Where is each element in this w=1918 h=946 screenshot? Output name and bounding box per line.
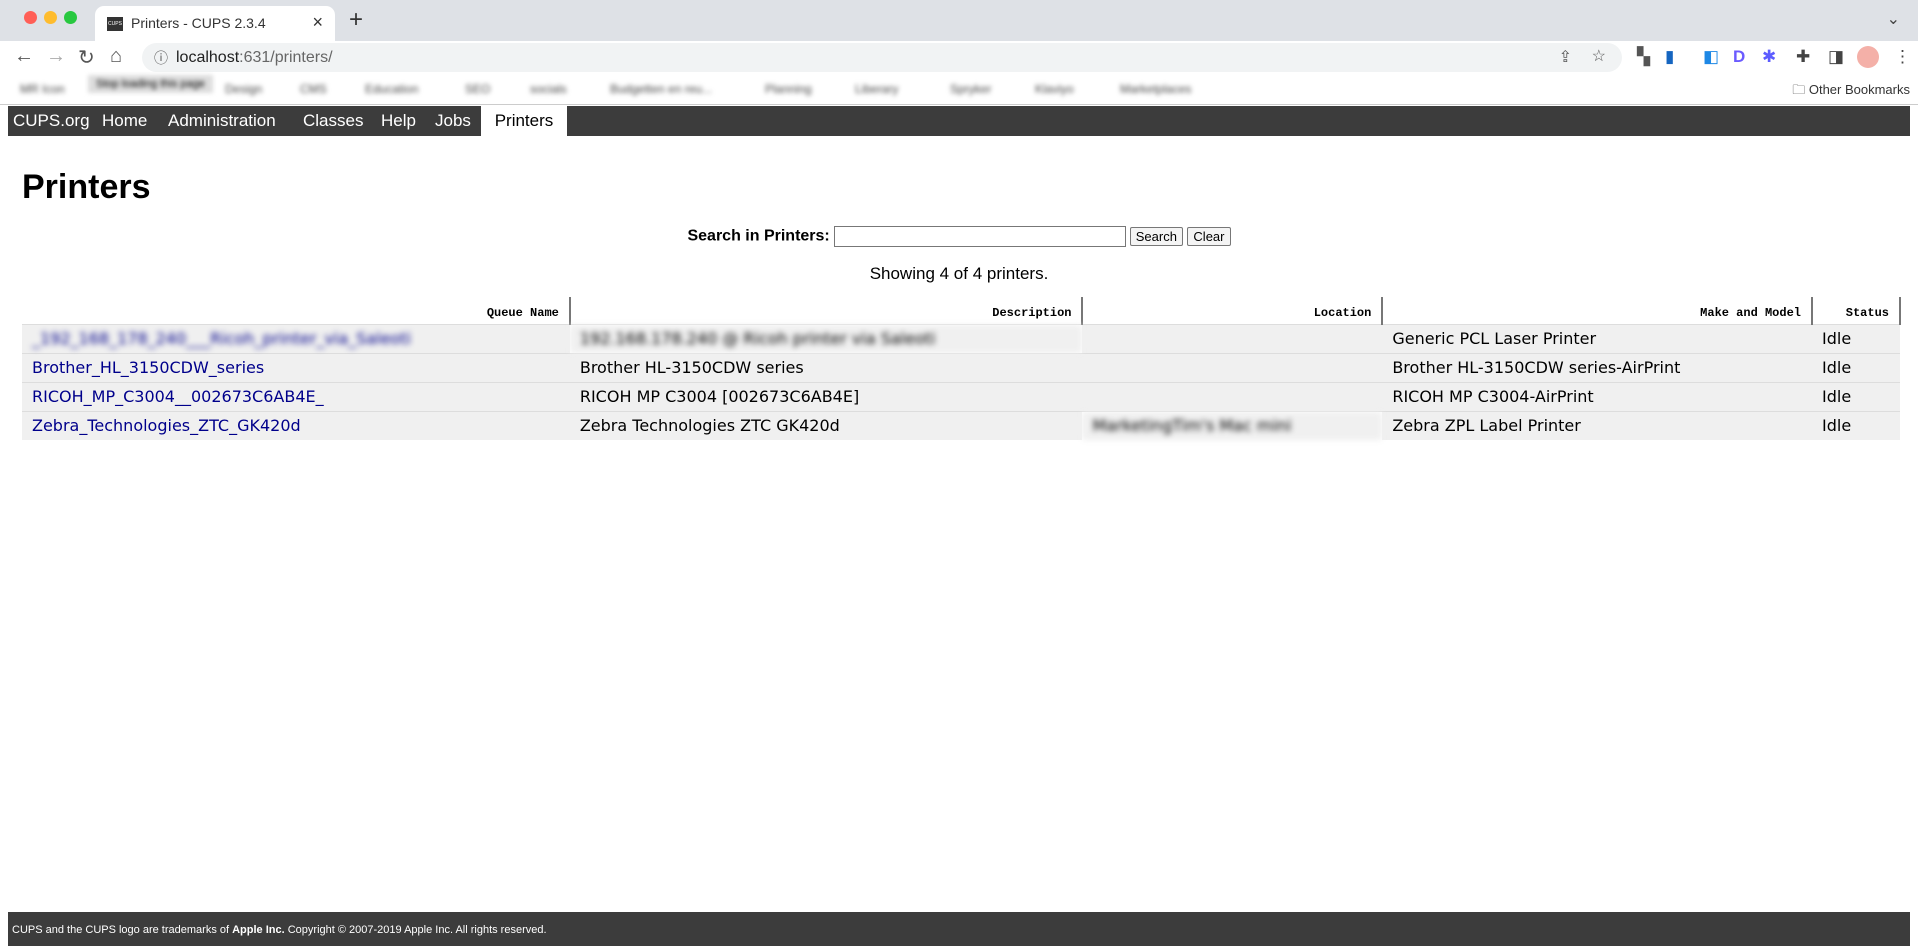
bookmark-item[interactable]: Budgetten en reu... (610, 82, 712, 96)
close-tab-icon[interactable]: × (312, 12, 323, 33)
other-bookmarks-label: Other Bookmarks (1808, 82, 1910, 97)
footer-brand: Apple Inc. (232, 924, 285, 936)
browser-tab-bar: CUPS Printers - CUPS 2.3.4 × + ⌄ (0, 0, 1918, 41)
home-icon[interactable]: ⌂ (110, 45, 122, 68)
new-tab-button[interactable]: + (349, 6, 363, 34)
bookmark-star-icon[interactable]: ☆ (1592, 46, 1606, 66)
status-cell: Idle (1812, 352, 1900, 382)
footer: CUPS and the CUPS logo are trademarks of… (8, 912, 1910, 946)
model-cell: Brother HL-3150CDW series-AirPrint (1382, 352, 1812, 382)
asterisk-extension-icon[interactable]: ✱ (1762, 47, 1776, 67)
browser-tab[interactable]: CUPS Printers - CUPS 2.3.4 × (95, 6, 335, 41)
bookmark-item[interactable]: Spryker (950, 82, 991, 96)
puzzle-extensions-icon[interactable]: ✚ (1796, 47, 1810, 67)
bookmark-item[interactable]: Education (365, 82, 418, 96)
queue-link[interactable]: _192_168_178_240___Ricoh_printer_via_Sal… (32, 329, 411, 348)
header-queue-name[interactable]: Queue Name (22, 297, 571, 324)
bookmarks-bar: MR Icon Design CMS Education SEO socials… (0, 74, 1918, 105)
close-window-button[interactable] (24, 11, 37, 24)
queue-link[interactable]: Brother_HL_3150CDW_series (32, 358, 264, 377)
analytics-extension-icon[interactable]: ▮ (1665, 47, 1674, 67)
model-cell: RICOH MP C3004-AirPrint (1382, 381, 1812, 411)
folder-icon: 🗀 (1792, 82, 1809, 97)
minimize-window-button[interactable] (44, 11, 57, 24)
nav-help[interactable]: Help (376, 106, 421, 136)
nav-home[interactable]: Home (97, 106, 152, 136)
table-row: _192_168_178_240___Ricoh_printer_via_Sal… (22, 323, 1900, 353)
search-button[interactable]: Search (1129, 227, 1183, 246)
clear-button[interactable]: Clear (1187, 227, 1231, 246)
menu-kebab-icon[interactable]: ⋮ (1894, 47, 1911, 67)
profile-avatar[interactable] (1857, 46, 1879, 68)
bookmark-item[interactable]: Design (225, 82, 262, 96)
header-status[interactable]: Status (1812, 297, 1901, 324)
search-label: Search in Printers: (687, 227, 830, 245)
tab-title: Printers - CUPS 2.3.4 (131, 15, 266, 31)
nav-classes[interactable]: Classes (298, 106, 368, 136)
nav-cups-org[interactable]: CUPS.org (8, 106, 95, 136)
table-row: Zebra_Technologies_ZTC_GK420d Zebra Tech… (22, 410, 1900, 440)
bookmark-item[interactable]: Planning (765, 82, 812, 96)
status-cell: Idle (1812, 323, 1900, 353)
status-cell: Idle (1812, 410, 1900, 440)
table-header-row: Queue Name Description Location Make and… (22, 297, 1901, 324)
tooltip: Stop loading this page (88, 75, 213, 93)
table-row: Brother_HL_3150CDW_series Brother HL-315… (22, 352, 1900, 382)
d-extension-icon[interactable]: D (1733, 47, 1745, 67)
share-icon[interactable]: ⇪ (1559, 47, 1572, 67)
side-panel-icon[interactable]: ◨ (1828, 47, 1844, 67)
description-cell: Zebra Technologies ZTC GK420d (569, 410, 1083, 440)
tag-extension-icon[interactable]: ◧ (1703, 47, 1719, 67)
queue-link[interactable]: RICOH_MP_C3004__002673C6AB4E_ (32, 387, 324, 406)
bookmark-item[interactable]: MR Icon (20, 82, 65, 96)
result-count: Showing 4 of 4 printers. (869, 264, 1049, 283)
bookmark-item[interactable]: socials (530, 82, 567, 96)
back-icon[interactable]: ← (14, 45, 34, 68)
info-icon[interactable]: ⓘ (154, 48, 168, 68)
description-cell: Brother HL-3150CDW series (569, 352, 1083, 382)
url-host: localhost (176, 49, 240, 66)
description-cell: RICOH MP C3004 [002673C6AB4E] (569, 381, 1083, 411)
bookmark-item[interactable]: CMS (300, 82, 327, 96)
queue-link[interactable]: Zebra_Technologies_ZTC_GK420d (32, 416, 301, 435)
search-input[interactable] (833, 226, 1126, 247)
location-cell (1082, 323, 1383, 353)
other-bookmarks[interactable]: 🗀 Other Bookmarks (1792, 81, 1910, 103)
header-location[interactable]: Location (1082, 297, 1384, 324)
location-cell: MarketingTim's Mac mini (1082, 410, 1383, 440)
description-cell: 192.168.178.240 @ Ricoh printer via Sale… (569, 323, 1083, 353)
bookmark-item[interactable]: Marketplaces (1120, 82, 1191, 96)
status-cell: Idle (1812, 381, 1900, 411)
address-bar-row: ← → ↻ ⌂ ⓘ localhost:631/printers/ ⇪ ☆ ▚ … (0, 41, 1918, 74)
extension-icon[interactable]: ▚ (1637, 47, 1650, 67)
model-cell: Generic PCL Laser Printer (1382, 323, 1812, 353)
search-form: Search in Printers: Search Clear (0, 226, 1918, 247)
location-cell (1082, 381, 1383, 411)
maximize-window-button[interactable] (64, 11, 77, 24)
reload-icon[interactable]: ↻ (78, 45, 95, 70)
forward-icon[interactable]: → (46, 45, 66, 68)
nav-administration[interactable]: Administration (163, 106, 281, 136)
table-row: RICOH_MP_C3004__002673C6AB4E_ RICOH MP C… (22, 381, 1900, 411)
footer-copyright: Copyright © 2007-2019 Apple Inc. All rig… (284, 924, 547, 936)
bookmark-item[interactable]: Klaviyo (1035, 82, 1074, 96)
header-make-model[interactable]: Make and Model (1382, 297, 1813, 324)
bookmark-item[interactable]: SEO (465, 82, 490, 96)
nav-jobs[interactable]: Jobs (430, 106, 476, 136)
footer-text: CUPS and the CUPS logo are trademarks of (12, 924, 233, 936)
location-cell (1082, 352, 1383, 382)
printers-table: Queue Name Description Location Make and… (22, 297, 1901, 440)
page-title: Printers (22, 168, 151, 206)
url-input[interactable]: ⓘ localhost:631/printers/ ⇪ ☆ (142, 43, 1622, 72)
cups-favicon-icon: CUPS (107, 17, 123, 31)
nav-printers[interactable]: Printers (481, 106, 567, 136)
tab-search-chevron-icon[interactable]: ⌄ (1887, 9, 1900, 29)
bookmark-item[interactable]: Liberary (855, 82, 898, 96)
model-cell: Zebra ZPL Label Printer (1382, 410, 1812, 440)
cups-navbar: CUPS.org Home Administration Classes Hel… (8, 106, 1910, 136)
header-description[interactable]: Description (569, 297, 1084, 324)
url-path: :631/printers/ (239, 49, 333, 66)
